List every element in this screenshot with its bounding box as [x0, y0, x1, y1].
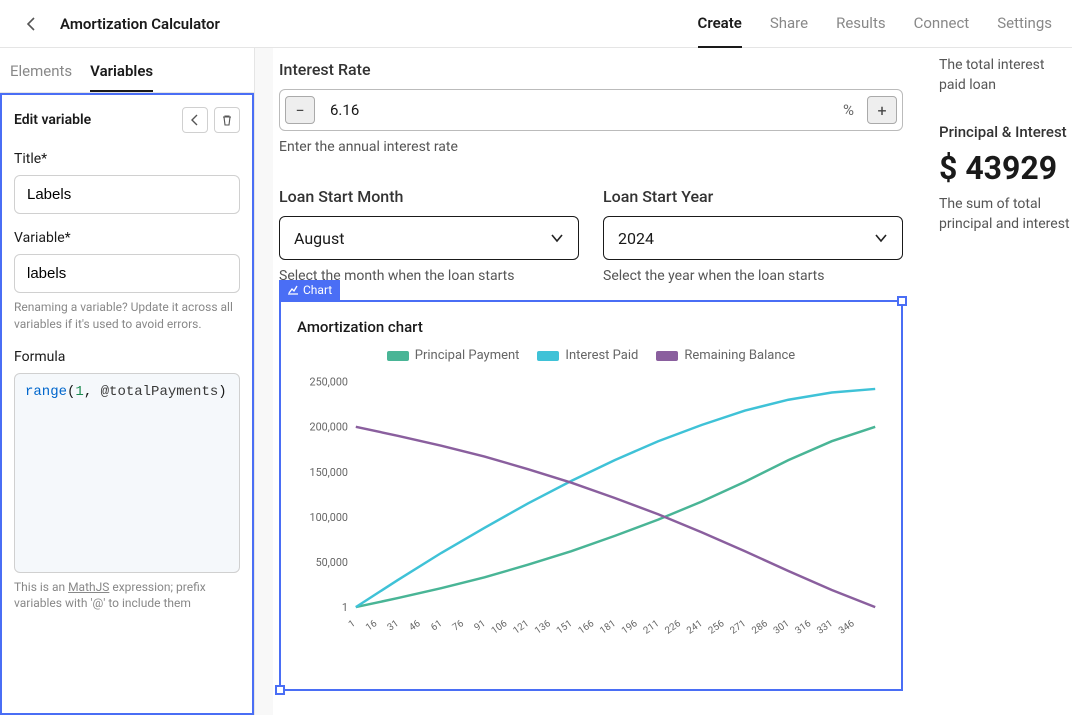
chart-icon — [287, 284, 299, 296]
chart-title: Amortization chart — [297, 318, 885, 336]
formula-hint: This is an MathJS expression; prefix var… — [14, 579, 240, 613]
chart-legend: Principal Payment Interest Paid Remainin… — [297, 348, 885, 363]
variable-hint: Renaming a variable? Update it across al… — [14, 299, 240, 333]
svg-text:316: 316 — [793, 618, 813, 637]
svg-text:150,000: 150,000 — [310, 466, 348, 479]
svg-text:1: 1 — [347, 618, 358, 630]
year-hint: Select the year when the loan starts — [603, 268, 903, 284]
svg-text:61: 61 — [429, 618, 444, 633]
trash-icon — [221, 114, 233, 126]
svg-text:200,000: 200,000 — [310, 421, 348, 434]
chart-plot: 150,000100,000150,000200,000250,00011631… — [297, 369, 885, 659]
total-interest-hint: The total interest paid loan — [939, 56, 1072, 95]
year-select[interactable]: 2024 — [603, 216, 903, 260]
legend-item: Interest Paid — [537, 348, 638, 363]
svg-text:211: 211 — [641, 618, 661, 636]
variable-input[interactable] — [14, 254, 240, 293]
resize-handle[interactable] — [275, 685, 285, 695]
svg-text:256: 256 — [707, 618, 727, 637]
interest-rate-input[interactable]: − 6.16 % + — [279, 89, 903, 131]
svg-text:100,000: 100,000 — [310, 511, 348, 524]
formula-input[interactable]: range(1, @totalPayments) — [14, 373, 240, 573]
svg-text:151: 151 — [555, 618, 575, 636]
pi-label: Principal & Interest — [939, 123, 1072, 141]
back-button[interactable] — [20, 12, 44, 36]
svg-text:226: 226 — [663, 618, 683, 637]
edit-variable-heading: Edit variable — [14, 112, 91, 128]
increment-button[interactable]: + — [867, 96, 897, 124]
tab-share[interactable]: Share — [770, 14, 808, 48]
svg-text:286: 286 — [750, 618, 770, 637]
sidebar-tab-elements[interactable]: Elements — [10, 62, 72, 92]
resize-handle[interactable] — [897, 296, 907, 306]
header-tabs: Create Share Results Connect Settings — [698, 14, 1052, 34]
svg-text:166: 166 — [576, 618, 596, 637]
pi-hint: The sum of total principal and interest — [939, 195, 1072, 234]
chevron-down-icon — [550, 231, 564, 245]
panel-delete-button[interactable] — [214, 107, 240, 133]
chart-element[interactable]: Chart Amortization chart Principal Payme… — [279, 300, 903, 691]
arrow-left-icon — [24, 16, 40, 32]
tab-connect[interactable]: Connect — [914, 14, 970, 48]
app-header: Amortization Calculator Create Share Res… — [0, 0, 1072, 48]
svg-text:196: 196 — [620, 618, 640, 637]
interest-rate-value[interactable]: 6.16 — [320, 101, 835, 119]
tab-create[interactable]: Create — [698, 14, 742, 48]
svg-text:121: 121 — [511, 618, 531, 636]
sidebar: Elements Variables Edit variable Title* — [0, 48, 255, 715]
svg-text:346: 346 — [837, 618, 857, 637]
year-label: Loan Start Year — [603, 187, 903, 206]
svg-text:331: 331 — [815, 618, 835, 636]
decrement-button[interactable]: − — [285, 96, 315, 124]
chart-tag: Chart — [279, 280, 340, 300]
page-title: Amortization Calculator — [60, 15, 220, 33]
edit-variable-panel: Edit variable Title* Variable* Renaming — [0, 93, 254, 715]
chevron-down-icon — [874, 231, 888, 245]
svg-text:46: 46 — [407, 618, 423, 634]
interest-rate-label: Interest Rate — [279, 60, 903, 79]
arrow-left-icon — [189, 114, 201, 126]
legend-item: Remaining Balance — [656, 348, 795, 363]
pi-value: $ 43929 — [939, 149, 1072, 187]
svg-text:50,000: 50,000 — [316, 556, 348, 569]
svg-text:106: 106 — [490, 618, 510, 637]
svg-text:181: 181 — [598, 618, 618, 636]
interest-rate-hint: Enter the annual interest rate — [279, 139, 903, 155]
summary-panel: The total interest paid loan Principal &… — [927, 48, 1072, 715]
sidebar-tab-variables[interactable]: Variables — [90, 62, 153, 92]
legend-item: Principal Payment — [387, 348, 520, 363]
svg-text:91: 91 — [472, 618, 487, 633]
formula-label: Formula — [14, 349, 240, 365]
variable-label: Variable* — [14, 230, 240, 246]
svg-text:16: 16 — [364, 618, 380, 634]
tab-settings[interactable]: Settings — [997, 14, 1052, 48]
title-input[interactable] — [14, 175, 240, 214]
panel-back-button[interactable] — [182, 107, 208, 133]
svg-text:1: 1 — [342, 601, 348, 614]
form-canvas: Interest Rate − 6.16 % + Enter the annua… — [255, 48, 927, 715]
svg-text:271: 271 — [728, 618, 748, 636]
svg-text:301: 301 — [772, 618, 792, 636]
svg-text:241: 241 — [685, 618, 705, 636]
interest-rate-unit: % — [835, 101, 862, 119]
title-label: Title* — [14, 151, 240, 167]
svg-text:136: 136 — [533, 618, 553, 637]
tab-results[interactable]: Results — [836, 14, 886, 48]
svg-text:250,000: 250,000 — [310, 376, 348, 389]
svg-text:76: 76 — [451, 618, 467, 634]
month-select[interactable]: August — [279, 216, 579, 260]
svg-text:31: 31 — [386, 618, 401, 633]
month-label: Loan Start Month — [279, 187, 579, 206]
